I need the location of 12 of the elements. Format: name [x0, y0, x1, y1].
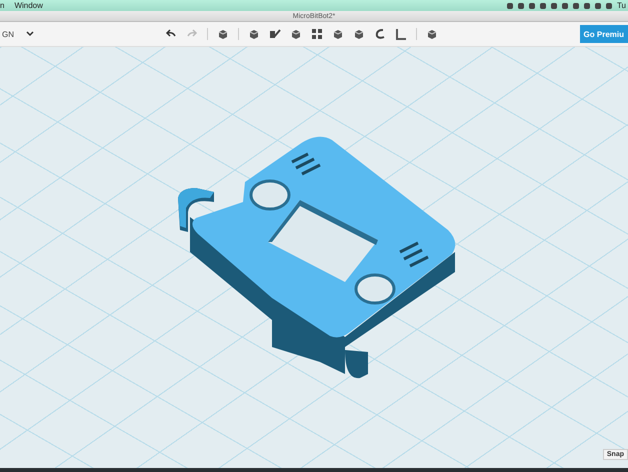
ruler-icon[interactable]: [395, 28, 407, 40]
cube-icon[interactable]: [426, 28, 438, 40]
grid-icon[interactable]: [311, 28, 323, 40]
cube-icon[interactable]: [332, 28, 344, 40]
cube-icon[interactable]: [353, 28, 365, 40]
chevron-down-icon: [26, 31, 34, 37]
workspace-dropdown[interactable]: GN: [0, 30, 60, 38]
cube-icon[interactable]: [248, 28, 260, 40]
cube-icon[interactable]: [290, 28, 302, 40]
menu-clock: Tu: [616, 1, 627, 10]
menu-item[interactable]: n: [0, 1, 4, 10]
menu-item[interactable]: Window: [14, 1, 43, 10]
